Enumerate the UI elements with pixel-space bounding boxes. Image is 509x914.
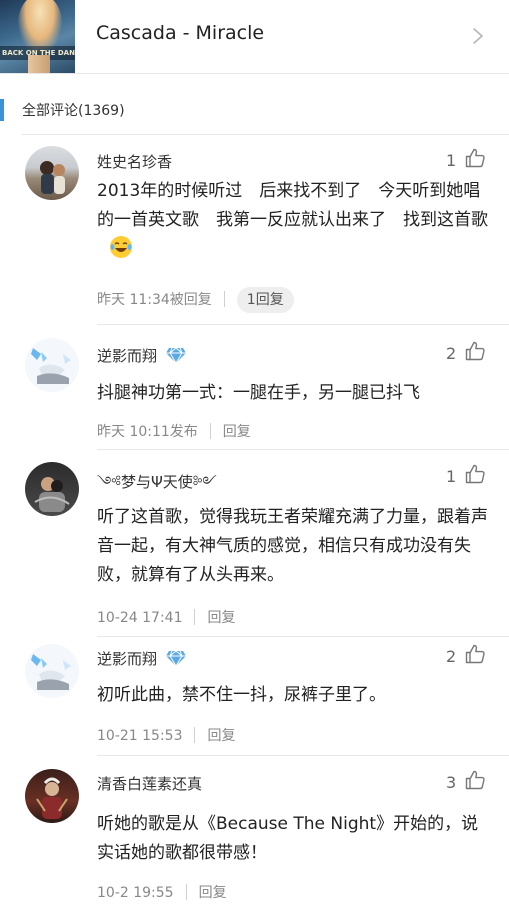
thumbs-up-icon[interactable] [464,463,486,485]
comment-username-text: 逆影而翔 [97,650,158,668]
comment-text: 听她的歌是从《Because The Night》开始的，说实话她的歌都很带感！ [97,814,479,863]
comment-meta: 昨天 10:11发布 回复 [97,419,251,445]
diamond-badge-icon [166,650,187,667]
thumbs-up-icon[interactable] [464,643,486,665]
reply-button[interactable]: 回复 [207,610,235,626]
like-count: 3 [446,773,457,792]
comment-meta: 10-2 19:55 回复 [97,880,227,906]
song-header[interactable]: BACK ON THE DANCEFLOOR Cascada - Miracle [0,0,509,74]
comment-time: 10-2 19:55 [97,885,174,901]
thumbs-up-icon[interactable] [464,340,486,362]
comment-time: 昨天 11:34被回复 [97,292,212,308]
like-count: 2 [446,344,457,363]
reply-button[interactable]: 回复 [223,424,251,440]
section-accent-bar [0,99,4,121]
like-count: 1 [446,151,457,170]
section-header: 全部评论(1369) [0,96,509,126]
comment-time: 10-21 15:53 [97,728,183,744]
thumbs-up-icon[interactable] [464,147,486,169]
album-cover: BACK ON THE DANCEFLOOR [0,0,75,73]
like-count: 1 [446,467,457,486]
comment-text: 听了这首歌，觉得我玩王者荣耀充满了力量，跟着声音一起，有大神气质的感觉，相信只有… [97,507,488,585]
comment-item: 逆影而翔 2 抖腿神功第一式：一腿在手，另一腿已抖飞 昨天 10:11发布 回复 [0,325,509,450]
section-title: 全部评论(1369) [22,103,125,119]
comment-text: 初听此曲，禁不住一抖，尿裤子里了。 [97,685,386,705]
comment-username[interactable]: 姓史名珍香 [97,151,172,172]
comment-meta: 10-21 15:53 回复 [97,723,235,749]
comment-text: 抖腿神功第一式：一腿在手，另一腿已抖飞 [97,383,420,403]
avatar[interactable] [25,644,79,698]
comment-item: 逆影而翔 2 初听此曲，禁不住一抖，尿裤子里了。 10-21 15:53 回复 [0,637,509,756]
song-title: Cascada - Miracle [96,22,265,44]
chevron-right-icon [473,28,483,44]
avatar[interactable] [25,462,79,516]
reply-button[interactable]: 回复 [207,728,235,744]
comment-meta: 昨天 11:34被回复 1回复 [97,287,294,313]
comment-text: 2013年的时候听过 后来找不到了 今天听到她唱的一首英文歌 我第一反应就认出来… [97,177,492,264]
like-count: 2 [446,647,457,666]
avatar[interactable] [25,769,79,823]
comment-username[interactable]: 逆影而翔 [97,345,187,366]
comment-meta: 10-24 17:41 回复 [97,605,235,631]
avatar[interactable] [25,146,79,200]
diamond-badge-icon [166,347,187,364]
comment-username[interactable]: 清香白莲素还真 [97,773,202,794]
comment-username[interactable]: ༺梦与Ψ天使༻ [97,466,217,508]
reply-button[interactable]: 回复 [199,885,227,901]
comment-text-content: 2013年的时候听过 后来找不到了 今天听到她唱的一首英文歌 我第一反应就认出来… [97,181,488,230]
thumbs-up-icon[interactable] [464,769,486,791]
comment-item: 清香白莲素还真 3 听她的歌是从《Because The Night》开始的，说… [0,756,509,914]
comment-username[interactable]: 逆影而翔 [97,648,187,669]
comment-time: 10-24 17:41 [97,610,183,626]
avatar[interactable] [25,338,79,392]
comment-item: ༺梦与Ψ天使༻ 1 听了这首歌，觉得我玩王者荣耀充满了力量，跟着声音一起，有大神… [0,450,509,637]
reply-count-button[interactable]: 1回复 [236,287,294,313]
laughing-tears-emoji-icon [110,236,132,258]
comment-username-text: 逆影而翔 [97,347,158,365]
comment-item: 姓史名珍香 1 2013年的时候听过 后来找不到了 今天听到她唱的一首英文歌 我… [0,134,509,325]
comment-time: 昨天 10:11发布 [97,424,198,440]
